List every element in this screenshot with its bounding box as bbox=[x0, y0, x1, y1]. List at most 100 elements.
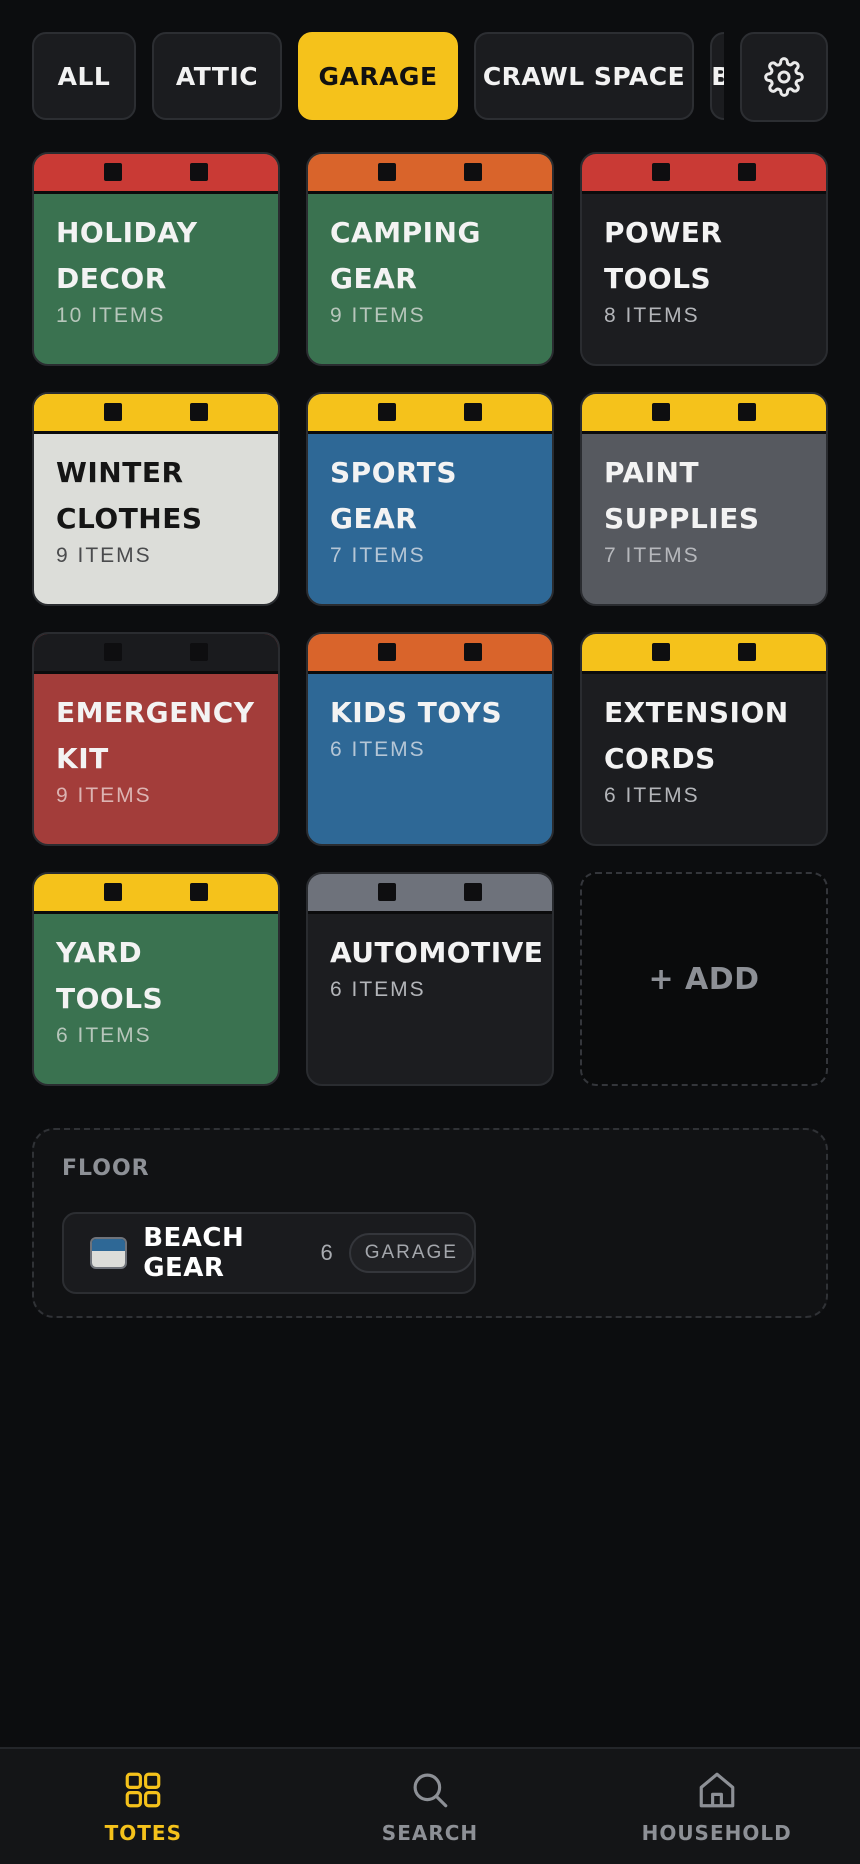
tote-thumbnail-icon bbox=[90, 1237, 128, 1269]
lid-handle bbox=[464, 643, 482, 661]
tote-card-yard-tools[interactable]: Yard Tools 6 ITEMS bbox=[32, 872, 280, 1086]
tote-lid bbox=[34, 154, 278, 194]
tote-body: Camping Gear 9 ITEMS bbox=[308, 194, 552, 344]
tote-lid bbox=[308, 394, 552, 434]
lid-handle bbox=[190, 883, 208, 901]
tote-body: Power Tools 8 ITEMS bbox=[582, 194, 826, 344]
location-filter-bar: ALL ATTIC GARAGE CRAWL SPACE BASEMENT bbox=[32, 32, 828, 122]
lid-handle bbox=[464, 403, 482, 421]
tote-name: Camping Gear bbox=[330, 216, 481, 295]
tote-item-count: 7 ITEMS bbox=[330, 544, 426, 567]
tote-item-count: 6 ITEMS bbox=[330, 738, 426, 761]
filter-chip-garage[interactable]: GARAGE bbox=[298, 32, 458, 120]
filter-chip-attic[interactable]: ATTIC bbox=[152, 32, 282, 120]
lid-handle bbox=[378, 883, 396, 901]
nav-label-totes: TOTES bbox=[104, 1821, 182, 1845]
filter-chips: ALL ATTIC GARAGE CRAWL SPACE BASEMENT bbox=[32, 32, 724, 120]
floor-title: FLOOR bbox=[62, 1156, 150, 1181]
settings-button[interactable] bbox=[740, 32, 828, 122]
search-icon bbox=[413, 1773, 448, 1808]
nav-label-household: HOUSEHOLD bbox=[641, 1821, 792, 1845]
tote-lid bbox=[34, 394, 278, 434]
tote-name: Yard Tools bbox=[56, 936, 164, 1015]
tote-lid bbox=[582, 634, 826, 674]
tote-card-winter-clothes[interactable]: Winter Clothes 9 ITEMS bbox=[32, 392, 280, 606]
tote-lid bbox=[582, 154, 826, 194]
tote-name: Sports Gear bbox=[330, 456, 458, 535]
floor-item-beach-gear[interactable]: BEACH GEAR 6 GARAGE bbox=[62, 1212, 476, 1294]
tote-lid bbox=[308, 874, 552, 914]
lid-handle bbox=[190, 643, 208, 661]
filter-chip-all[interactable]: ALL bbox=[32, 32, 136, 120]
home-icon bbox=[699, 1772, 734, 1808]
nav-household[interactable]: HOUSEHOLD bbox=[573, 1749, 860, 1864]
lid-handle bbox=[104, 643, 122, 661]
tote-lid bbox=[34, 634, 278, 674]
tote-item-count: 9 ITEMS bbox=[56, 544, 152, 567]
tote-card-automotive[interactable]: Automotive 6 ITEMS bbox=[306, 872, 554, 1086]
lid-handle bbox=[104, 163, 122, 181]
tote-card-paint-supplies[interactable]: Paint Supplies 7 ITEMS bbox=[580, 392, 828, 606]
tote-body: Holiday Decor 10 ITEMS bbox=[34, 194, 278, 344]
filter-chip-basement[interactable]: BASEMENT bbox=[710, 32, 724, 120]
lid-handle bbox=[652, 403, 670, 421]
tote-name: Emergency Kit bbox=[56, 696, 255, 775]
lid-handle bbox=[652, 163, 670, 181]
nav-totes[interactable]: TOTES bbox=[0, 1749, 287, 1864]
lid-handle bbox=[652, 643, 670, 661]
tote-card-extension-cords[interactable]: Extension Cords 6 ITEMS bbox=[580, 632, 828, 846]
lid-handle bbox=[104, 403, 122, 421]
nav-label-search: SEARCH bbox=[381, 1821, 479, 1845]
lid-handle bbox=[378, 163, 396, 181]
floor-item-name: BEACH GEAR bbox=[143, 1223, 245, 1283]
tote-name: Holiday Decor bbox=[56, 216, 198, 295]
lid-handle bbox=[190, 163, 208, 181]
tote-card-emergency-kit[interactable]: Emergency Kit 9 ITEMS bbox=[32, 632, 280, 846]
tote-body: Winter Clothes 9 ITEMS bbox=[34, 434, 278, 584]
tote-body: Extension Cords 6 ITEMS bbox=[582, 674, 826, 824]
tote-name: Winter Clothes bbox=[56, 456, 203, 535]
tote-item-count: 8 ITEMS bbox=[604, 304, 700, 327]
grid-icon bbox=[126, 1772, 161, 1808]
nav-search[interactable]: SEARCH bbox=[287, 1749, 574, 1864]
tote-body: Automotive 6 ITEMS bbox=[308, 914, 552, 1018]
lid-handle bbox=[738, 163, 756, 181]
tote-card-camping-gear[interactable]: Camping Gear 9 ITEMS bbox=[306, 152, 554, 366]
gear-icon bbox=[764, 57, 804, 97]
tote-item-count: 9 ITEMS bbox=[330, 304, 426, 327]
tote-body: Paint Supplies 7 ITEMS bbox=[582, 434, 826, 584]
lid-handle bbox=[378, 403, 396, 421]
tote-name: Power Tools bbox=[604, 216, 723, 295]
lid-handle bbox=[464, 163, 482, 181]
floor-section: FLOOR BEACH GEAR 6 GARAGE bbox=[32, 1128, 828, 1318]
tote-body: Sports Gear 7 ITEMS bbox=[308, 434, 552, 584]
tote-body: Kids Toys 6 ITEMS bbox=[308, 674, 552, 778]
tote-item-count: 9 ITEMS bbox=[56, 784, 152, 807]
lid-handle bbox=[738, 643, 756, 661]
tote-name: Paint Supplies bbox=[604, 456, 760, 535]
tote-body: Yard Tools 6 ITEMS bbox=[34, 914, 278, 1064]
tote-item-count: 10 ITEMS bbox=[56, 304, 166, 327]
lid-handle bbox=[190, 403, 208, 421]
tote-lid bbox=[582, 394, 826, 434]
add-tote-button[interactable]: + ADD bbox=[580, 872, 828, 1086]
lid-handle bbox=[464, 883, 482, 901]
tote-item-count: 6 ITEMS bbox=[56, 1024, 152, 1047]
tote-item-count: 7 ITEMS bbox=[604, 544, 700, 567]
bottom-navigation: TOTES SEARCH HOUSEHOLD bbox=[0, 1747, 860, 1864]
tote-lid bbox=[308, 154, 552, 194]
filter-chip-crawl-space[interactable]: CRAWL SPACE bbox=[474, 32, 694, 120]
tote-name: Extension Cords bbox=[604, 696, 789, 775]
tote-name: Automotive bbox=[330, 936, 544, 969]
location-badge: GARAGE bbox=[348, 1233, 474, 1273]
tote-card-sports-gear[interactable]: Sports Gear 7 ITEMS bbox=[306, 392, 554, 606]
floor-item-count: 6 bbox=[320, 1240, 333, 1265]
tote-card-holiday-decor[interactable]: Holiday Decor 10 ITEMS bbox=[32, 152, 280, 366]
tote-lid bbox=[308, 634, 552, 674]
tote-body: Emergency Kit 9 ITEMS bbox=[34, 674, 278, 824]
lid-handle bbox=[378, 643, 396, 661]
lid-handle bbox=[738, 403, 756, 421]
tote-card-kids-toys[interactable]: Kids Toys 6 ITEMS bbox=[306, 632, 554, 846]
tote-item-count: 6 ITEMS bbox=[330, 978, 426, 1001]
tote-card-power-tools[interactable]: Power Tools 8 ITEMS bbox=[580, 152, 828, 366]
